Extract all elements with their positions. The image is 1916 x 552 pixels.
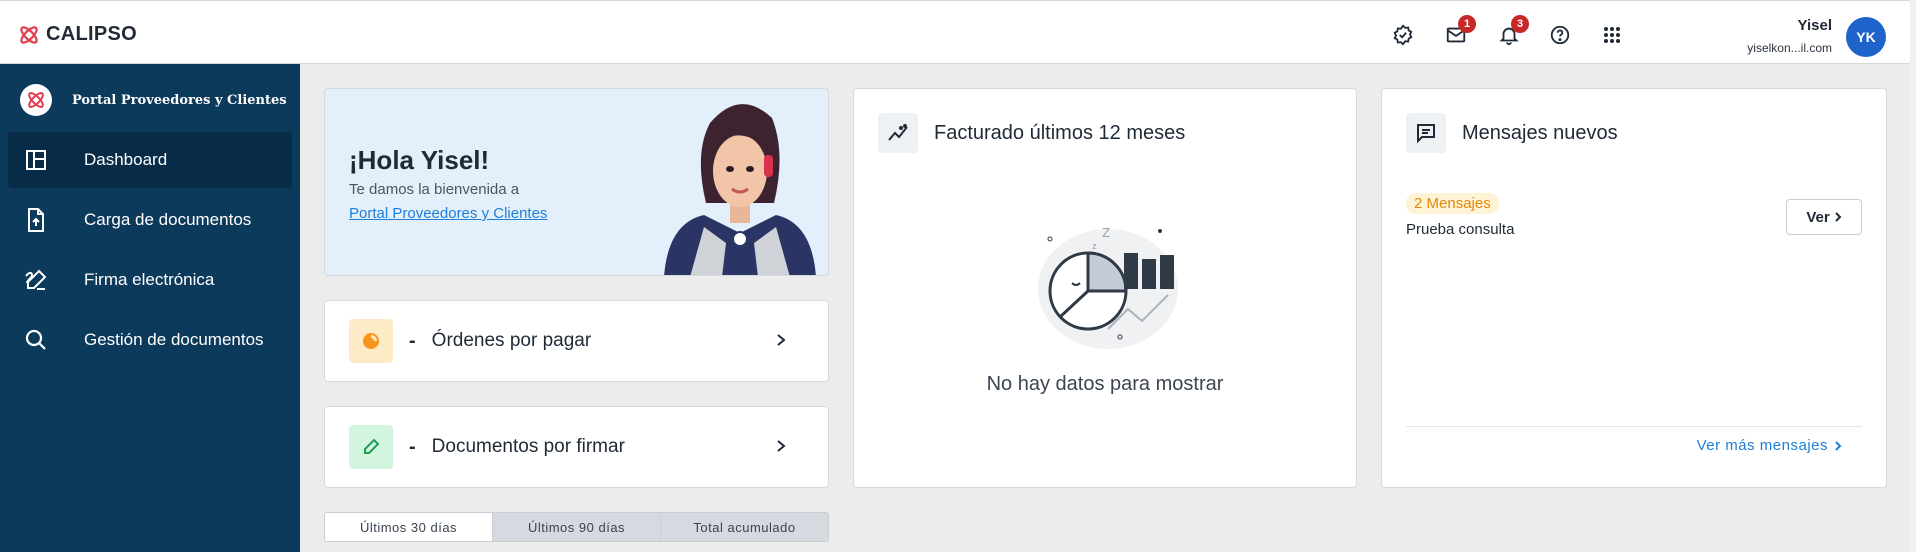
notifications-count-badge: 3 — [1511, 15, 1529, 33]
pencil-icon — [349, 425, 393, 469]
calipso-logo-icon — [20, 25, 38, 44]
mensajes-title: Mensajes nuevos — [1462, 121, 1618, 144]
mensajes-header: Mensajes nuevos — [1406, 113, 1618, 153]
facturado-title: Facturado últimos 12 meses — [934, 121, 1186, 144]
sidebar-item-label: Firma electrónica — [84, 270, 215, 289]
search-icon — [22, 326, 50, 354]
chevron-right-icon — [1834, 212, 1842, 222]
ver-mas-mensajes-label: Ver más mensajes — [1696, 437, 1828, 454]
documentos-count: - — [409, 435, 416, 458]
avatar-initials: YK — [1856, 29, 1876, 45]
top-bar: CALIPSO 1 3 Yisel yiselkon...il.com YK — [0, 0, 1916, 64]
chevron-right-icon — [1835, 440, 1842, 451]
apps-grid-icon[interactable] — [1598, 21, 1626, 49]
sidebar-item-label: Carga de documentos — [84, 210, 252, 229]
svg-text:Z: Z — [1102, 226, 1110, 240]
ver-button[interactable]: Ver — [1786, 199, 1862, 235]
mensajes-card: Mensajes nuevos 2 Mensajes Prueba consul… — [1381, 88, 1887, 488]
ordenes-label: Órdenes por pagar — [431, 330, 592, 351]
signature-pen-icon — [22, 266, 50, 294]
user-email: yiselkon...il.com — [1747, 41, 1832, 55]
user-name[interactable]: Yisel — [1798, 17, 1832, 34]
welcome-subtitle: Te damos la bienvenida a — [349, 181, 520, 198]
sidebar-item-gestion-documentos[interactable]: Gestión de documentos — [8, 312, 292, 368]
tab-ultimos-90-dias[interactable]: Últimos 90 días — [492, 513, 660, 541]
empty-state-text: No hay datos para mostrar — [986, 373, 1224, 395]
portal-logo-icon — [20, 84, 52, 116]
portal-name: Portal Proveedores y Clientes — [72, 92, 287, 108]
divider — [1406, 426, 1862, 427]
app-logo[interactable]: CALIPSO — [18, 23, 137, 46]
message-subject: Prueba consulta — [1406, 221, 1515, 238]
avatar[interactable]: YK — [1846, 17, 1886, 57]
period-tabs: Últimos 30 días Últimos 90 días Total ac… — [324, 512, 829, 542]
tab-total-acumulado[interactable]: Total acumulado — [660, 513, 828, 541]
ordenes-por-pagar-card[interactable]: - Órdenes por pagar — [324, 300, 829, 382]
file-upload-icon — [22, 206, 50, 234]
brand-name: CALIPSO — [46, 23, 137, 45]
documentos-por-firmar-card[interactable]: - Documentos por firmar — [324, 406, 829, 488]
dashboard-icon — [22, 146, 50, 174]
mail-count-badge: 1 — [1458, 15, 1476, 33]
tab-ultimos-30-dias[interactable]: Últimos 30 días — [325, 513, 492, 541]
empty-chart-illustration: Z z — [1038, 226, 1178, 349]
svg-text:z: z — [1092, 242, 1097, 252]
mail-icon[interactable]: 1 — [1442, 15, 1476, 49]
message-count-badge: 2 Mensajes — [1406, 193, 1499, 214]
sidebar-item-firma-electronica[interactable]: Firma electrónica — [8, 252, 292, 308]
sidebar-item-label: Dashboard — [84, 150, 168, 169]
bell-icon[interactable]: 3 — [1495, 15, 1529, 49]
trending-chart-icon — [878, 113, 918, 153]
sidebar-item-label: Gestión de documentos — [84, 330, 264, 349]
message-icon — [1406, 113, 1446, 153]
sidebar-item-carga-documentos[interactable]: Carga de documentos — [8, 192, 292, 248]
welcome-greeting: ¡Hola Yisel! — [349, 145, 490, 175]
page-scrollbar[interactable] — [1910, 0, 1916, 552]
ver-mas-mensajes-link[interactable]: Ver más mensajes — [1697, 437, 1842, 454]
portal-header: Portal Proveedores y Clientes — [20, 84, 287, 116]
documentos-label: Documentos por firmar — [431, 436, 625, 457]
chevron-right-icon — [777, 334, 786, 346]
help-icon[interactable] — [1546, 21, 1574, 49]
assistant-character-illustration — [664, 104, 816, 275]
pie-chart-icon — [349, 319, 393, 363]
sidebar-item-dashboard[interactable]: Dashboard — [8, 132, 292, 188]
ver-button-label: Ver — [1806, 208, 1830, 226]
welcome-card: ¡Hola Yisel! Te damos la bienvenida a Po… — [324, 88, 829, 276]
ordenes-count: - — [409, 329, 416, 352]
verified-badge-icon[interactable] — [1389, 21, 1417, 49]
portal-link[interactable]: Portal Proveedores y Clientes — [349, 205, 547, 222]
sidebar: Portal Proveedores y Clientes Dashboard … — [0, 64, 300, 552]
facturado-card: Facturado últimos 12 meses Z z No hay da… — [853, 88, 1357, 488]
chevron-right-icon — [777, 440, 786, 452]
facturado-header: Facturado últimos 12 meses — [878, 113, 1185, 153]
